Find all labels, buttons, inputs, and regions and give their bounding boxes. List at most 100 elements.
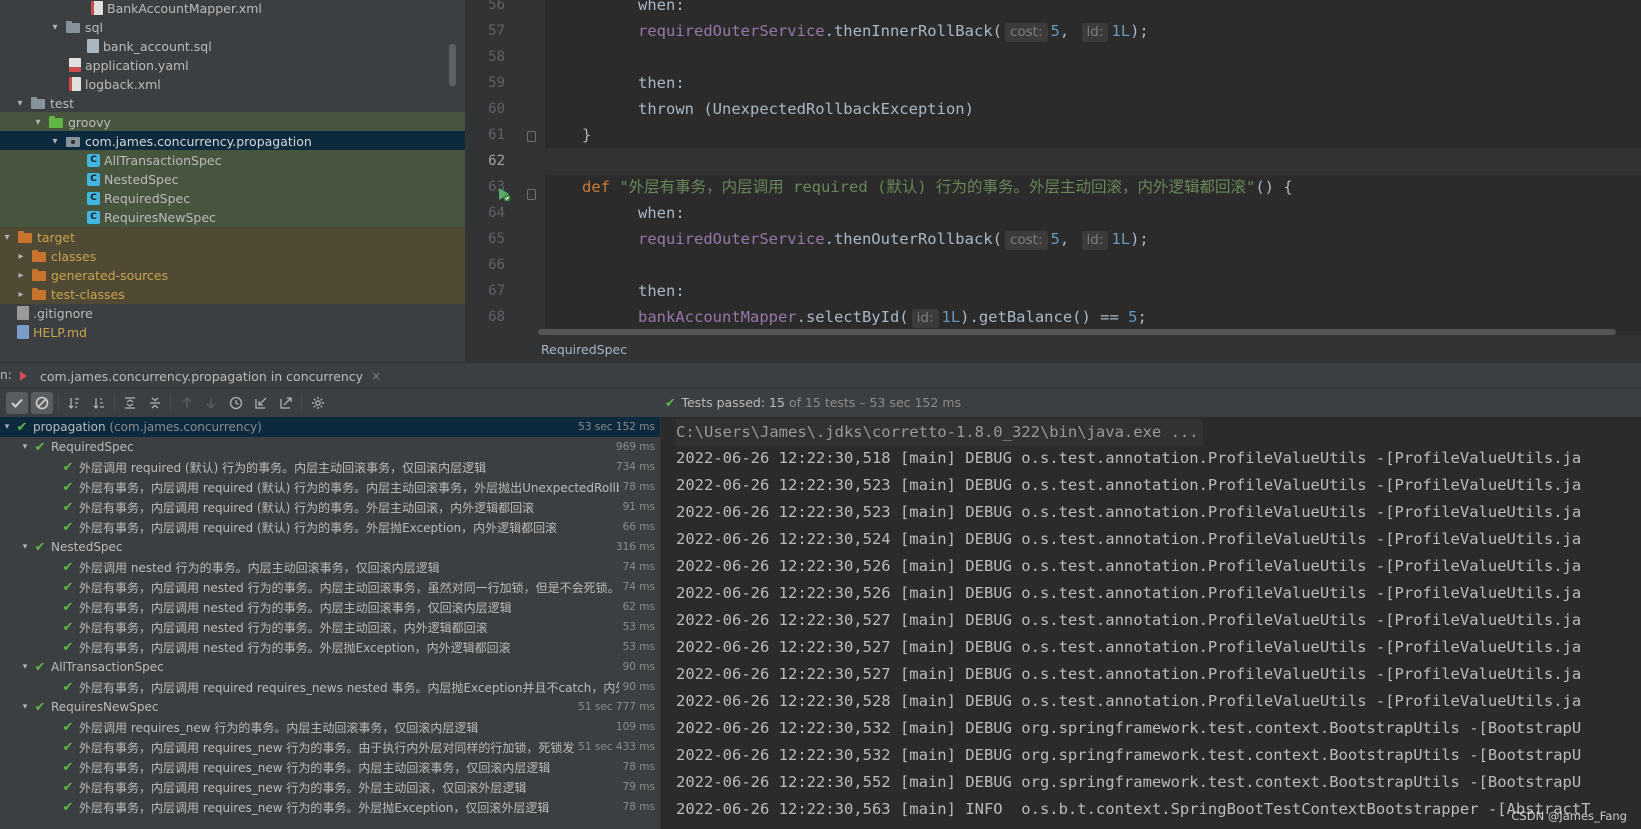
chevron-down-icon[interactable]: ▾	[18, 662, 32, 672]
export-tests-button[interactable]	[275, 392, 297, 414]
previous-failed-button[interactable]	[176, 392, 198, 414]
test-history-button[interactable]	[225, 392, 247, 414]
chevron-down-icon[interactable]: ▾	[18, 542, 32, 552]
test-case[interactable]: ✔ 外层有事务，内层调用 required requires_news nest…	[0, 677, 660, 697]
tree-item-classes[interactable]: ▸ classes	[0, 246, 465, 266]
test-case[interactable]: ✔ 外层调用 required (默认) 行为的事务。内层主动回滚事务，仅回滚内…	[0, 457, 660, 477]
console-line: 2022-06-26 12:22:30,563 [main] INFO o.s.…	[676, 800, 1591, 818]
chevron-down-icon[interactable]: ▾	[0, 422, 14, 432]
tests-status-label: Tests passed:	[681, 395, 766, 410]
test-case[interactable]: ✔ 外层有事务，内层调用 required (默认) 行为的事务。内层主动回滚事…	[0, 477, 660, 497]
chevron-down-icon[interactable]: ▾	[48, 22, 62, 33]
chevron-down-icon[interactable]: ▾	[18, 442, 32, 452]
test-suite-requiredspec[interactable]: ▾ ✔ RequiredSpec 969 ms	[0, 437, 660, 457]
test-suite-name: RequiresNewSpec	[51, 700, 159, 714]
sort-by-duration-button[interactable]	[88, 392, 110, 414]
chevron-right-icon[interactable]: ▸	[14, 270, 28, 281]
watermark-text: CSDN @James_Fang	[1511, 809, 1627, 823]
collapse-all-button[interactable]	[144, 392, 166, 414]
test-case[interactable]: ✔ 外层调用 requires_new 行为的事务。内层主动回滚事务，仅回滚内层…	[0, 717, 660, 737]
console-line: 2022-06-26 12:22:30,527 [main] DEBUG o.s…	[676, 638, 1582, 656]
chevron-down-icon[interactable]: ▾	[48, 136, 62, 147]
test-suite-requiresnewspec[interactable]: ▾ ✔ RequiresNewSpec 51 sec 777 ms	[0, 697, 660, 717]
tree-item-help-md[interactable]: HELP.md	[0, 322, 465, 342]
chevron-right-icon[interactable]: ▸	[14, 289, 28, 300]
test-case[interactable]: ✔ 外层有事务，内层调用 required (默认) 行为的事务。外层主动回滚，…	[0, 497, 660, 517]
test-case[interactable]: ✔ 外层有事务，内层调用 nested 行为的事务。外层主动回滚，内外逻辑都回滚…	[0, 617, 660, 637]
fold-marker-icon[interactable]	[527, 189, 536, 200]
test-case[interactable]: ✔ 外层有事务，内层调用 requires_new 行为的事务。由于执行内外层对…	[0, 737, 660, 757]
breadcrumb-item[interactable]: RequiredSpec	[541, 342, 627, 357]
test-case[interactable]: ✔ 外层有事务，内层调用 nested 行为的事务。外层抛Exception，内…	[0, 637, 660, 657]
test-root-propagation[interactable]: ▾ ✔ propagation (com.james.concurrency) …	[0, 417, 660, 437]
tree-item-test-classes[interactable]: ▸ test-classes	[0, 284, 465, 304]
tree-item-bank-account-sql[interactable]: bank_account.sql	[0, 36, 465, 56]
test-case[interactable]: ✔ 外层有事务，内层调用 required (默认) 行为的事务。外层抛Exce…	[0, 517, 660, 537]
test-case[interactable]: ✔ 外层有事务，内层调用 nested 行为的事务。内层主动回滚事务，仅回滚内层…	[0, 597, 660, 617]
tree-item-package-propagation[interactable]: ▾ com.james.concurrency.propagation	[0, 131, 465, 151]
test-duration: 90 ms	[622, 661, 655, 673]
tree-item-generated-sources[interactable]: ▸ generated-sources	[0, 265, 465, 285]
test-duration: 74 ms	[622, 581, 655, 593]
tree-item-logback-xml[interactable]: logback.xml	[0, 74, 465, 94]
next-failed-button[interactable]	[200, 392, 222, 414]
code-line-64: when:	[545, 200, 1641, 227]
folder-icon	[30, 96, 46, 110]
tree-item-label: sql	[85, 19, 103, 35]
class-icon: C	[87, 191, 100, 205]
chevron-down-icon[interactable]: ▾	[13, 98, 27, 109]
chevron-down-icon[interactable]: ▾	[0, 232, 14, 243]
expand-all-button[interactable]	[119, 392, 141, 414]
test-suite-nestedspec[interactable]: ▾ ✔ NestedSpec 316 ms	[0, 537, 660, 557]
chevron-down-icon[interactable]: ▾	[18, 702, 32, 712]
settings-button[interactable]	[307, 392, 329, 414]
tree-item-requiresnewspec[interactable]: C RequiresNewSpec	[0, 207, 465, 227]
sort-alphabetically-button[interactable]	[63, 392, 85, 414]
tree-item-target[interactable]: ▾ target	[0, 227, 465, 247]
comma: ,	[1059, 230, 1070, 248]
collapse-all-icon	[150, 397, 160, 409]
ignored-icon	[35, 396, 49, 410]
console-line: 2022-06-26 12:22:30,526 [main] DEBUG o.s…	[676, 557, 1582, 575]
console-output[interactable]: C:\Users\James\.jdks\corretto-1.8.0_322\…	[660, 417, 1641, 829]
check-icon: ✔	[16, 419, 28, 435]
project-tree-scrollbar[interactable]	[449, 44, 456, 86]
line-number-current: 62	[488, 153, 505, 169]
test-case[interactable]: ✔ 外层有事务，内层调用 requires_new 行为的事务。内层主动回滚事务…	[0, 757, 660, 777]
fold-marker-icon[interactable]	[527, 131, 536, 142]
run-configuration-tab[interactable]: com.james.concurrency.propagation in con…	[20, 363, 381, 389]
tree-item-gitignore[interactable]: .gitignore	[0, 303, 465, 323]
test-case[interactable]: ✔ 外层有事务，内层调用 nested 行为的事务。内层主动回滚事务，虽然对同一…	[0, 577, 660, 597]
test-case[interactable]: ✔ 外层有事务，内层调用 requires_new 行为的事务。外层抛Excep…	[0, 797, 660, 817]
show-passed-button[interactable]	[6, 392, 28, 414]
tree-item-groovy[interactable]: ▾ groovy	[0, 112, 465, 132]
tree-item-test[interactable]: ▾ test	[0, 93, 465, 113]
tree-item-label: .gitignore	[33, 305, 93, 321]
tree-item-bankaccountmapper-xml[interactable]: BankAccountMapper.xml	[0, 0, 465, 18]
export-icon	[280, 397, 292, 409]
test-case[interactable]: ✔ 外层有事务，内层调用 requires_new 行为的事务。外层主动回滚，仅…	[0, 777, 660, 797]
tree-item-application-yaml[interactable]: application.yaml	[0, 55, 465, 75]
tree-item-requiredspec[interactable]: C RequiredSpec	[0, 188, 465, 208]
close-icon[interactable]: ×	[371, 369, 381, 383]
code-line-56: when:	[545, 0, 1641, 19]
line-number: 67	[488, 283, 505, 299]
chevron-down-icon[interactable]: ▾	[31, 117, 45, 128]
tree-item-sql[interactable]: ▾ sql	[0, 17, 465, 37]
tree-item-nestedspec[interactable]: C NestedSpec	[0, 169, 465, 189]
code-editor[interactable]: 56 57 58 59 60 61 62 63 64 65 66 67 68 w…	[465, 0, 1641, 362]
tree-item-alltransactionspec[interactable]: C AllTransactionSpec	[0, 150, 465, 170]
console-line: 2022-06-26 12:22:30,518 [main] DEBUG o.s…	[676, 449, 1582, 467]
test-duration: 53 ms	[622, 621, 655, 633]
show-ignored-button[interactable]	[31, 392, 53, 414]
import-tests-button[interactable]	[250, 392, 272, 414]
run-test-gutter-icon[interactable]	[495, 186, 511, 202]
test-case[interactable]: ✔ 外层调用 nested 行为的事务。内层主动回滚事务，仅回滚内层逻辑 74 …	[0, 557, 660, 577]
test-case-name: 外层有事务，内层调用 requires_new 行为的事务。内层主动回滚事务，仅…	[79, 760, 551, 775]
chevron-right-icon[interactable]: ▸	[14, 251, 28, 262]
check-icon: ✔	[62, 579, 74, 595]
test-suite-alltransactionspec[interactable]: ▾ ✔ AllTransactionSpec 90 ms	[0, 657, 660, 677]
run-tab-label: com.james.concurrency.propagation in con…	[40, 368, 364, 384]
tree-item-label: test-classes	[51, 286, 125, 302]
console-line-command: C:\Users\James\.jdks\corretto-1.8.0_322\…	[676, 419, 1203, 446]
